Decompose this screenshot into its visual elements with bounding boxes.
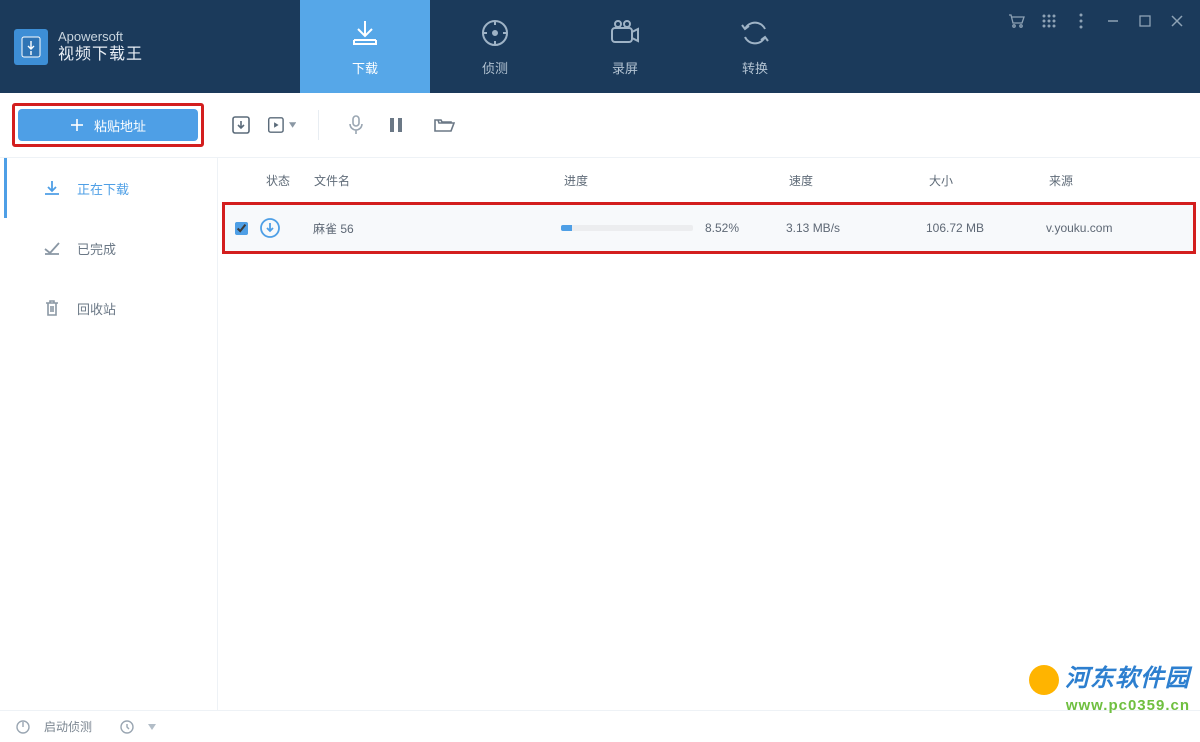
table-header: 状态 文件名 进度 速度 大小 来源 xyxy=(218,158,1200,202)
download-table: 状态 文件名 进度 速度 大小 来源 麻雀 56 8.52% xyxy=(217,158,1200,710)
progress-text: 8.52% xyxy=(705,221,739,235)
tab-convert[interactable]: 转换 xyxy=(690,0,820,93)
progress-fill xyxy=(561,225,572,231)
row-speed: 3.13 MB/s xyxy=(786,221,926,235)
row-checkbox[interactable] xyxy=(235,222,248,235)
tab-convert-label: 转换 xyxy=(742,58,768,77)
batch-download-button[interactable] xyxy=(226,110,256,140)
chevron-down-icon xyxy=(289,122,296,128)
maximize-button[interactable] xyxy=(1136,12,1154,30)
completed-icon xyxy=(41,237,63,259)
window-controls xyxy=(1008,0,1200,93)
col-source: 来源 xyxy=(1049,172,1192,189)
sidebar: 正在下载 已完成 回收站 xyxy=(0,158,217,710)
tab-download[interactable]: 下载 xyxy=(300,0,430,93)
row-size: 106.72 MB xyxy=(926,221,1046,235)
app-header: Apowersoft 视频下载王 下载 侦测 录屏 转换 xyxy=(0,0,1200,93)
progress-bar xyxy=(561,225,693,231)
sidebar-completed-label: 已完成 xyxy=(77,239,116,258)
table-row[interactable]: 麻雀 56 8.52% 3.13 MB/s 106.72 MB v.youku.… xyxy=(225,205,1193,251)
more-icon[interactable] xyxy=(1072,12,1090,30)
power-icon[interactable] xyxy=(14,718,32,736)
col-name: 文件名 xyxy=(314,172,564,189)
main-area: 正在下载 已完成 回收站 状态 文件名 进度 速度 大小 来源 xyxy=(0,158,1200,710)
col-progress: 进度 xyxy=(564,172,789,189)
download-row-highlight: 麻雀 56 8.52% 3.13 MB/s 106.72 MB v.youku.… xyxy=(222,202,1196,254)
record-tab-icon xyxy=(608,16,642,50)
minimize-button[interactable] xyxy=(1104,12,1122,30)
brand: Apowersoft 视频下载王 xyxy=(0,0,300,93)
tab-record-label: 录屏 xyxy=(612,58,638,77)
detect-tab-icon xyxy=(478,16,512,50)
history-icon[interactable] xyxy=(118,718,136,736)
col-status: 状态 xyxy=(226,172,314,189)
toolbar: 粘贴地址 xyxy=(0,93,1200,158)
menu-grid-icon[interactable] xyxy=(1040,12,1058,30)
row-checkbox-wrap xyxy=(229,222,253,235)
downloading-icon xyxy=(41,177,63,199)
pause-button[interactable] xyxy=(381,110,411,140)
paste-url-highlight: 粘贴地址 xyxy=(12,103,204,147)
brand-line1: Apowersoft xyxy=(58,29,143,45)
row-progress: 8.52% xyxy=(561,221,786,235)
brand-line2: 视频下载王 xyxy=(58,45,143,64)
toolbar-separator xyxy=(318,110,319,140)
sidebar-downloading-label: 正在下载 xyxy=(77,179,129,198)
download-tab-icon xyxy=(348,16,382,50)
tab-record[interactable]: 录屏 xyxy=(560,0,690,93)
settings-dropdown-button[interactable] xyxy=(266,110,296,140)
paste-url-label: 粘贴地址 xyxy=(94,116,146,135)
sidebar-item-recycle[interactable]: 回收站 xyxy=(4,278,217,338)
trash-icon xyxy=(41,297,63,319)
tab-detect[interactable]: 侦测 xyxy=(430,0,560,93)
tab-detect-label: 侦测 xyxy=(482,58,508,77)
row-status-icon xyxy=(253,217,313,239)
app-logo xyxy=(14,29,48,65)
col-speed: 速度 xyxy=(789,172,929,189)
row-filename: 麻雀 56 xyxy=(313,220,561,237)
cart-icon[interactable] xyxy=(1008,12,1026,30)
sidebar-item-downloading[interactable]: 正在下载 xyxy=(4,158,217,218)
status-bar: 启动侦测 xyxy=(0,710,1200,742)
close-button[interactable] xyxy=(1168,12,1186,30)
tab-download-label: 下载 xyxy=(352,58,378,77)
convert-tab-icon xyxy=(738,16,772,50)
paste-url-button[interactable]: 粘贴地址 xyxy=(18,109,198,141)
row-source: v.youku.com xyxy=(1046,221,1189,235)
chevron-down-icon[interactable] xyxy=(148,724,156,730)
auto-detect-label[interactable]: 启动侦测 xyxy=(44,718,92,735)
main-tabs: 下载 侦测 录屏 转换 xyxy=(300,0,820,93)
open-folder-button[interactable] xyxy=(429,110,459,140)
mic-button[interactable] xyxy=(341,110,371,140)
sidebar-item-completed[interactable]: 已完成 xyxy=(4,218,217,278)
col-size: 大小 xyxy=(929,172,1049,189)
sidebar-recycle-label: 回收站 xyxy=(77,299,116,318)
